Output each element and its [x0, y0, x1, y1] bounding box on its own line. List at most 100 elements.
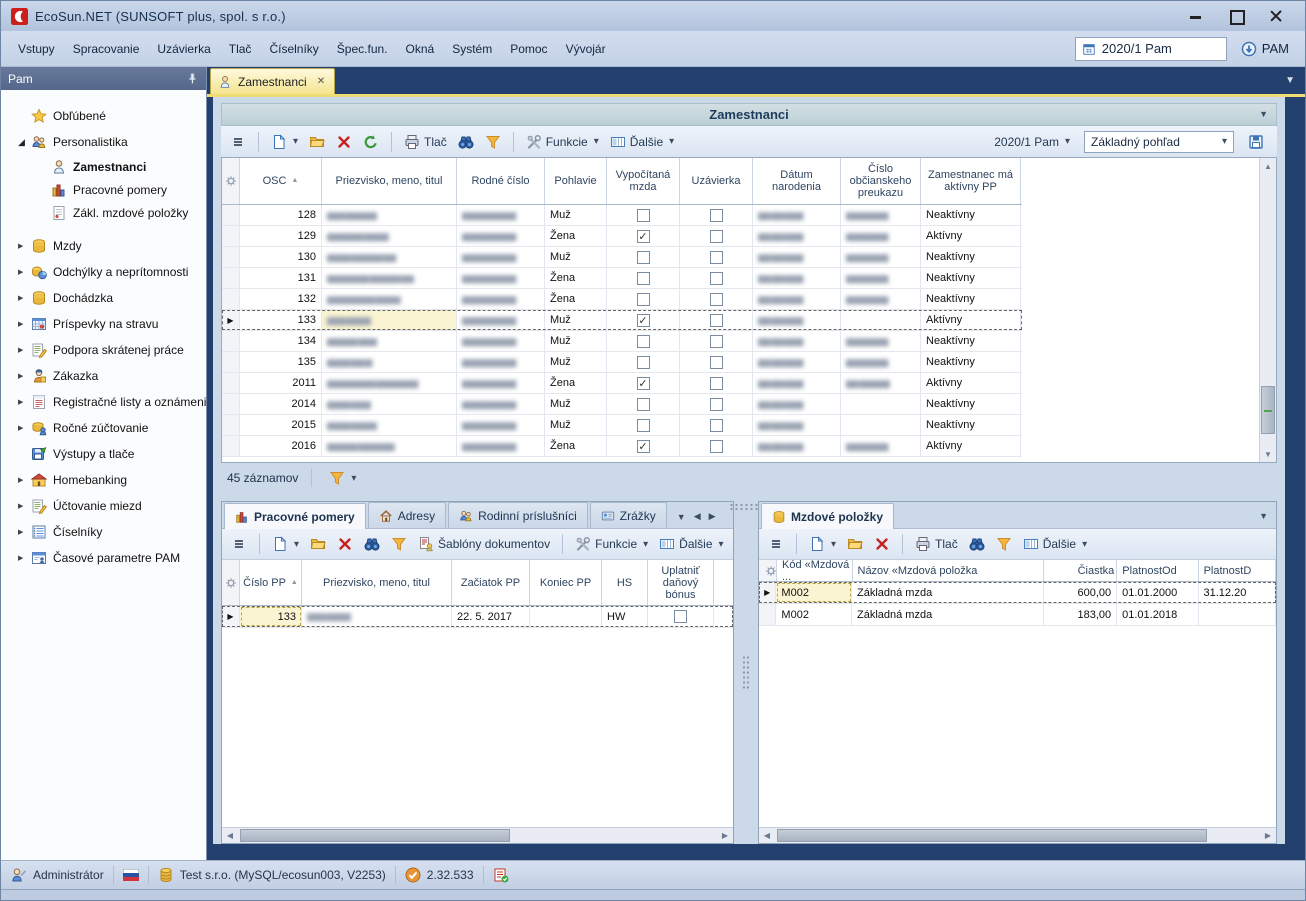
- sidebar-item[interactable]: Zákl. mzdové položky: [1, 201, 206, 224]
- horizontal-scrollbar[interactable]: [759, 827, 1276, 843]
- column-header-osc[interactable]: OSC: [240, 158, 322, 204]
- tree-expand-icon[interactable]: [18, 476, 31, 484]
- closing-checkbox[interactable]: [710, 440, 723, 453]
- functions-button[interactable]: Funkcie: [522, 132, 603, 152]
- view-combobox[interactable]: Základný pohľad: [1084, 131, 1234, 153]
- document-templates-button[interactable]: Šablóny dokumentov: [414, 534, 554, 554]
- sidebar-item[interactable]: Personalistika: [1, 129, 206, 155]
- tab-scroll-left-icon[interactable]: [694, 511, 701, 522]
- closing-checkbox[interactable]: [710, 419, 723, 432]
- closing-checkbox[interactable]: [710, 209, 723, 222]
- tree-expand-icon[interactable]: [18, 346, 31, 354]
- table-row[interactable]: 131 ▆▆▆▆▆▆▆ ▆▆▆▆▆ ▆▆ ▆▆▆▆▆▆▆▆▆ Žena ▆▆.▆…: [222, 268, 1022, 289]
- menu-item[interactable]: Vývojár: [557, 38, 615, 60]
- tax-bonus-checkbox[interactable]: [674, 610, 687, 623]
- sidebar-item[interactable]: Dochádzka: [1, 285, 206, 311]
- tabstrip-menu-arrow-icon[interactable]: [1285, 75, 1295, 86]
- panel-menu-arrow-icon[interactable]: [1259, 511, 1268, 521]
- column-header-danovy-bonus[interactable]: Uplatniť daňový bónus: [648, 560, 714, 605]
- table-row[interactable]: 128 ▆▆▆ ▆▆▆▆▆ ▆▆▆▆▆▆▆▆▆ Muž ▆▆.▆▆.▆▆▆ ▆▆…: [222, 205, 1022, 226]
- column-header-platnost-do[interactable]: PlatnostD: [1199, 560, 1276, 581]
- closing-checkbox[interactable]: [710, 335, 723, 348]
- new-record-button[interactable]: [268, 534, 303, 554]
- sidebar-item[interactable]: Časové parametre PAM: [1, 545, 206, 571]
- delete-record-button[interactable]: [870, 534, 894, 554]
- search-button[interactable]: [454, 132, 478, 152]
- table-row[interactable]: 132 ▆▆▆▆▆▆▆▆ ▆▆▆▆ ▆▆▆▆▆▆▆▆▆ Žena ▆▆.▆▆.▆…: [222, 289, 1022, 310]
- print-button[interactable]: Tlač: [400, 132, 451, 152]
- scrollbar-thumb[interactable]: [1261, 386, 1275, 434]
- sidebar-item[interactable]: Ročné zúčtovanie: [1, 415, 206, 441]
- delete-record-button[interactable]: [333, 534, 357, 554]
- column-header-name[interactable]: Priezvisko, meno, titul: [302, 560, 452, 605]
- tree-expand-icon[interactable]: [18, 137, 31, 148]
- calculated-wage-checkbox[interactable]: [637, 293, 650, 306]
- table-row[interactable]: 130 ▆▆▆▆ ▆▆▆▆▆ ▆▆ ▆▆▆▆▆▆▆▆▆ Muž ▆▆.▆▆.▆▆…: [222, 247, 1022, 268]
- table-row[interactable]: 134 ▆▆▆▆▆ ▆▆▆ ▆▆▆▆▆▆▆▆▆ Muž ▆▆.▆▆.▆▆▆ ▆▆…: [222, 331, 1022, 352]
- tab-close-icon[interactable]: [317, 76, 325, 87]
- column-header-uzavierka[interactable]: Uzávierka: [680, 158, 753, 204]
- column-header-nazov[interactable]: Názov «Mzdová položka: [853, 560, 1044, 581]
- column-header-name[interactable]: Priezvisko, meno, titul: [322, 158, 457, 204]
- functions-button[interactable]: Funkcie: [571, 534, 652, 554]
- calculated-wage-checkbox[interactable]: [637, 230, 650, 243]
- calculated-wage-checkbox[interactable]: [637, 398, 650, 411]
- menu-item[interactable]: Okná: [397, 38, 444, 60]
- tree-expand-icon[interactable]: [18, 528, 31, 536]
- calculated-wage-checkbox[interactable]: [637, 209, 650, 222]
- filter-button[interactable]: [992, 534, 1016, 554]
- closing-checkbox[interactable]: [710, 230, 723, 243]
- tab-scroll-right-icon[interactable]: [709, 511, 716, 522]
- column-header-cislo-op[interactable]: Číslo občianskeho preukazu: [841, 158, 921, 204]
- tree-expand-icon[interactable]: [18, 268, 31, 276]
- save-view-button[interactable]: [1244, 132, 1268, 152]
- tree-expand-icon[interactable]: [18, 320, 31, 328]
- sidebar-item[interactable]: Pracovné pomery: [1, 178, 206, 201]
- menu-icon[interactable]: [764, 534, 788, 554]
- table-row[interactable]: 2011 ▆▆▆▆▆▆▆▆ ▆▆▆▆▆▆▆ ▆▆▆▆▆▆▆▆▆ Žena ▆▆.…: [222, 373, 1022, 394]
- minimize-button[interactable]: [1189, 10, 1203, 22]
- sidebar-item[interactable]: Zákazka: [1, 363, 206, 389]
- grid-settings-cell[interactable]: [222, 560, 240, 605]
- period-selector[interactable]: 2020/1 Pam: [1075, 37, 1227, 61]
- column-header-ciastka[interactable]: Čiastka: [1044, 560, 1118, 581]
- table-row[interactable]: 2014 ▆▆▆▆ ▆▆▆ ▆▆▆▆▆▆▆▆▆ Muž ▆▆.▆▆.▆▆▆ Ne…: [222, 394, 1022, 415]
- sidebar-item[interactable]: Číselníky: [1, 519, 206, 545]
- column-header-datum-narodenia[interactable]: Dátum narodenia: [753, 158, 841, 204]
- menu-item[interactable]: Uzávierka: [148, 38, 219, 60]
- grid-settings-cell[interactable]: [759, 560, 777, 581]
- filter-button[interactable]: [481, 132, 505, 152]
- column-header-pohlavie[interactable]: Pohlavie: [545, 158, 607, 204]
- table-row[interactable]: 2015 ▆▆▆▆ ▆▆▆▆ ▆▆▆▆▆▆▆▆▆ Muž ▆▆.▆▆.▆▆▆ N…: [222, 415, 1022, 436]
- open-record-button[interactable]: [306, 534, 330, 554]
- closing-checkbox[interactable]: [710, 314, 723, 327]
- menu-item[interactable]: Tlač: [220, 38, 261, 60]
- menu-item[interactable]: Pomoc: [501, 38, 556, 60]
- calculated-wage-checkbox[interactable]: [637, 314, 650, 327]
- menu-icon[interactable]: [226, 132, 250, 152]
- detail-tab[interactable]: Rodinní príslušníci: [448, 502, 588, 528]
- detail-tab[interactable]: Adresy: [368, 502, 446, 528]
- column-header-zaciatok-pp[interactable]: Začiatok PP: [452, 560, 530, 605]
- closing-checkbox[interactable]: [710, 293, 723, 306]
- menu-item[interactable]: Číselníky: [260, 38, 327, 60]
- open-record-button[interactable]: [843, 534, 867, 554]
- search-button[interactable]: [360, 534, 384, 554]
- closing-checkbox[interactable]: [710, 398, 723, 411]
- vertical-scrollbar[interactable]: [1259, 158, 1276, 462]
- tab-zamestnanci[interactable]: Zamestnanci: [210, 68, 335, 94]
- menu-item[interactable]: Vstupy: [9, 38, 64, 60]
- pin-icon[interactable]: [185, 72, 199, 86]
- column-header-koniec-pp[interactable]: Koniec PP: [530, 560, 602, 605]
- menu-item[interactable]: Spracovanie: [64, 38, 149, 60]
- sidebar-item[interactable]: Homebanking: [1, 467, 206, 493]
- search-button[interactable]: [965, 534, 989, 554]
- column-header-aktivny-pp[interactable]: Zamestnanec má aktívny PP: [921, 158, 1021, 204]
- tree-expand-icon[interactable]: [18, 242, 31, 250]
- panel-splitter[interactable]: [734, 501, 758, 844]
- column-header-platnost-od[interactable]: PlatnostOd: [1117, 560, 1198, 581]
- sidebar-item[interactable]: Podpora skrátenej práce: [1, 337, 206, 363]
- sidebar-item[interactable]: Príspevky na stravu: [1, 311, 206, 337]
- menu-item[interactable]: Špec.fun.: [328, 38, 397, 60]
- sidebar-item[interactable]: Mzdy: [1, 233, 206, 259]
